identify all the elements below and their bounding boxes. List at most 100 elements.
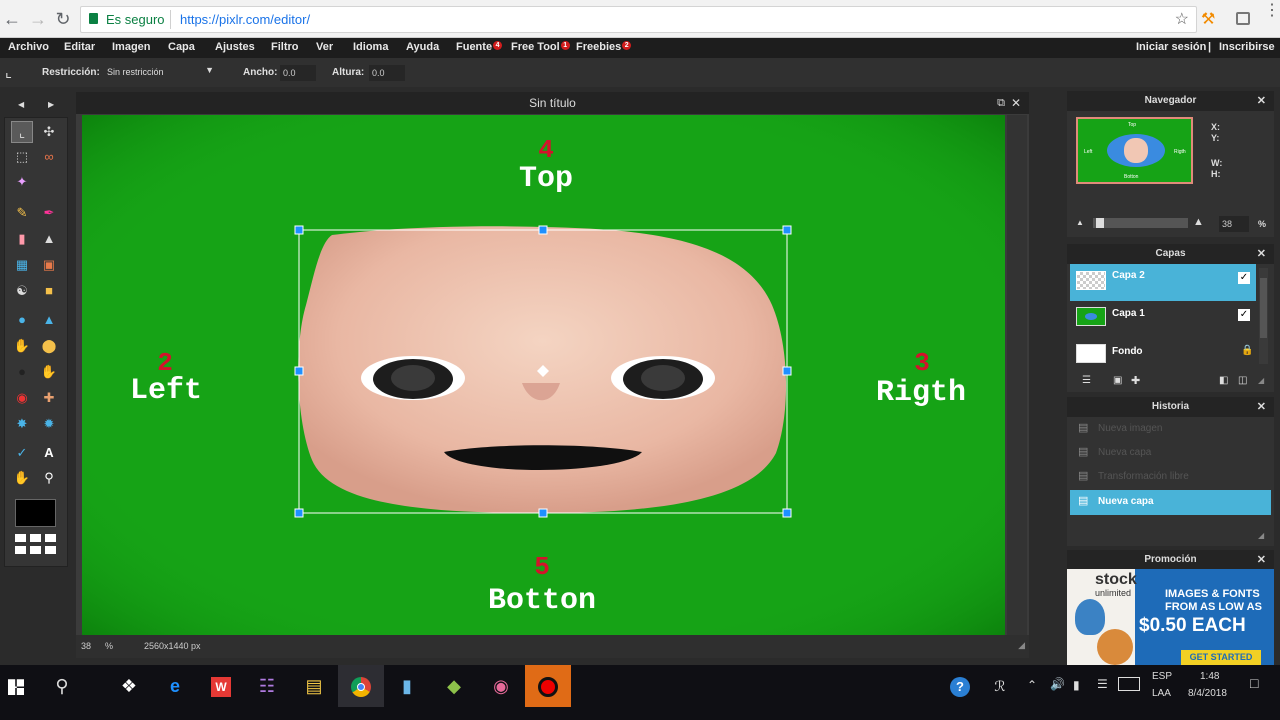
zoom-tool-icon[interactable]: ⚲ (38, 467, 60, 489)
blur-tool-icon[interactable]: ● (11, 309, 33, 331)
clock-time[interactable]: 1:48 (1200, 671, 1219, 682)
eraser-tool-icon[interactable]: ▮ (11, 228, 33, 250)
bloat-tool-icon[interactable]: ✸ (11, 413, 33, 435)
dodge-tool-icon[interactable]: ● (11, 361, 33, 383)
paint-app-icon[interactable]: ◉ (478, 665, 524, 707)
volume-icon[interactable]: 🔊 (1050, 677, 1065, 691)
layers-scrollbar[interactable] (1259, 268, 1268, 364)
image-canvas[interactable]: 4 Top 2 Left 3 Rigth 5 Botton (82, 115, 1005, 635)
checkbox-checked-icon[interactable]: ✓ (1238, 272, 1250, 284)
resize-handle-s[interactable] (538, 508, 548, 518)
input-language-sub[interactable]: LAA (1152, 688, 1171, 699)
menu-filtro[interactable]: Filtro (271, 41, 299, 53)
chrome-taskbar-icon[interactable] (338, 665, 384, 707)
sponge-tool-icon[interactable]: ⬤ (38, 335, 60, 357)
brush-tool-icon[interactable]: ✒ (38, 202, 60, 224)
layer-mask-icon[interactable]: ▣ (1113, 375, 1122, 386)
color-replace-icon[interactable]: ☯ (11, 280, 33, 302)
height-input[interactable]: 0.0 (369, 65, 405, 81)
restriction-dropdown[interactable]: Sin restricción ▼ (104, 65, 218, 81)
vertical-scrollbar[interactable] (1007, 115, 1027, 635)
close-icon[interactable]: ✕ (1257, 550, 1266, 570)
trash-icon[interactable]: ◫ (1238, 375, 1247, 386)
gradient-tool-icon[interactable]: ▦ (11, 254, 33, 276)
chrome-menu-icon[interactable]: ⋮ (1264, 3, 1280, 19)
close-icon[interactable]: ✕ (1257, 91, 1266, 111)
signup-link[interactable]: Inscribirse (1219, 41, 1275, 53)
bookmark-star-icon[interactable]: ☆ (1175, 9, 1189, 29)
close-icon[interactable]: ✕ (1257, 244, 1266, 264)
burn-tool-icon[interactable]: ✋ (38, 361, 60, 383)
close-icon[interactable]: ✕ (1257, 397, 1266, 417)
smudge-tool-icon[interactable]: ✋ (11, 335, 33, 357)
primary-color-swatch[interactable] (15, 499, 56, 527)
winrar-icon[interactable]: ☷ (244, 665, 290, 707)
dropbox-icon[interactable]: ❖ (106, 665, 152, 707)
keyboard-icon[interactable] (1118, 677, 1140, 691)
screenshot-extension-icon[interactable] (1236, 12, 1250, 25)
login-link[interactable]: Iniciar sesión (1136, 41, 1206, 53)
promo-cta-button[interactable]: GET STARTED (1181, 650, 1261, 665)
history-item-selected[interactable]: ▤ Nueva capa (1070, 490, 1271, 515)
menu-ver[interactable]: Ver (316, 41, 333, 53)
zoom-slider[interactable] (1093, 218, 1188, 228)
menu-editar[interactable]: Editar (64, 41, 95, 53)
color-picker-icon[interactable]: ✓ (11, 442, 33, 464)
layer-settings-icon[interactable]: ☰ (1082, 375, 1091, 386)
battery-icon[interactable]: ▮ (1073, 678, 1080, 692)
resize-handle-sw[interactable] (294, 508, 304, 518)
input-language[interactable]: ESP (1152, 671, 1172, 682)
menu-capa[interactable]: Capa (168, 41, 195, 53)
media-app-icon[interactable]: ◆ (431, 665, 477, 707)
zoom-value[interactable]: 38 (81, 641, 91, 651)
resize-handle-n[interactable] (538, 225, 548, 235)
windows-start-icon[interactable] (0, 665, 39, 707)
wps-office-icon[interactable]: W (198, 665, 244, 707)
promo-banner[interactable]: stock unlimited IMAGES & FONTS FROM AS L… (1067, 569, 1274, 665)
red-eye-tool-icon[interactable]: ◉ (11, 387, 33, 409)
crop-tool-icon[interactable]: ⌞ (11, 121, 33, 143)
forward-icon[interactable]: → (27, 8, 49, 30)
resize-grip-icon[interactable]: ◢ (1258, 531, 1264, 540)
zoom-in-icon[interactable]: ▲ (1193, 216, 1204, 228)
navigator-thumbnail[interactable]: Top Left Rigth Botton (1076, 117, 1193, 184)
magic-wand-icon[interactable]: ✦ (11, 171, 33, 193)
width-input[interactable]: 0.0 (280, 65, 316, 81)
network-icon[interactable]: ☰ (1097, 677, 1108, 691)
clone-stamp-icon[interactable]: ▣ (38, 254, 60, 276)
expand-right-icon[interactable]: ▶ (48, 100, 54, 109)
zoom-out-icon[interactable]: ▲ (1076, 218, 1084, 227)
layer-row-capa-2[interactable]: Capa 2 ✓ (1070, 264, 1256, 301)
history-item[interactable]: ▤ Transformación libre (1070, 465, 1271, 489)
file-explorer-icon[interactable]: ▤ (291, 665, 337, 707)
lasso-tool-icon[interactable]: ∞ (38, 146, 60, 168)
recorder-app-icon[interactable] (525, 665, 571, 707)
notepad-icon[interactable]: ▮ (384, 665, 430, 707)
sharpen-tool-icon[interactable]: ▲ (38, 309, 60, 331)
menu-freebies[interactable]: Freebies 2 (576, 41, 632, 53)
menu-free-tool[interactable]: Free Tool 1 (511, 41, 570, 53)
move-tool-icon[interactable]: ✣ (38, 121, 60, 143)
url-text[interactable]: https://pixlr.com/editor/ (180, 12, 310, 27)
menu-ayuda[interactable]: Ayuda (406, 41, 439, 53)
marquee-tool-icon[interactable]: ⬚ (11, 146, 33, 168)
drawing-tool-icon[interactable]: ■ (38, 280, 60, 302)
search-icon[interactable]: ⚲ (39, 665, 85, 707)
layer-row-capa-1[interactable]: Capa 1 ✓ (1070, 301, 1256, 338)
zoom-slider-thumb[interactable] (1096, 218, 1104, 228)
chevron-up-icon[interactable]: ⌃ (1027, 678, 1037, 692)
resize-grip-icon[interactable]: ◢ (1258, 376, 1264, 385)
address-bar[interactable]: Es seguro https://pixlr.com/editor/ ☆ (80, 6, 1197, 33)
new-layer-icon[interactable]: ◧ (1219, 375, 1228, 386)
collapse-left-icon[interactable]: ◀ (18, 100, 24, 109)
key-extension-icon[interactable]: ⚒ (1201, 9, 1215, 29)
history-item[interactable]: ▤ Nueva imagen (1070, 417, 1271, 441)
menu-fuente[interactable]: Fuente 4 (456, 41, 503, 53)
type-tool-icon[interactable]: A (38, 442, 60, 464)
grid-view-icon[interactable] (15, 534, 57, 558)
nav-zoom-input[interactable]: 38 (1219, 216, 1249, 232)
resize-handle-e[interactable] (782, 366, 792, 376)
paint-bucket-icon[interactable]: ▲ (38, 228, 60, 250)
reload-icon[interactable]: ↻ (52, 8, 74, 30)
clock-date[interactable]: 8/4/2018 (1188, 688, 1227, 699)
